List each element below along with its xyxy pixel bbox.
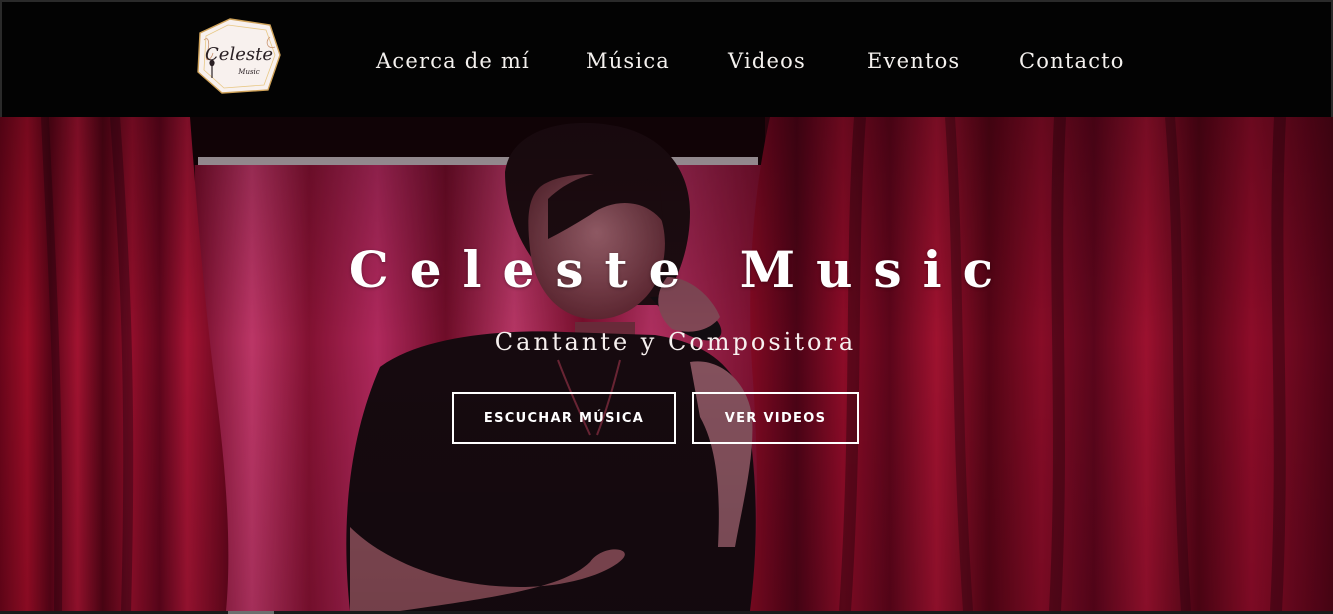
hero-subtitle: Cantante y Compositora [494, 328, 857, 356]
hero-title: Celeste Music [348, 240, 1015, 299]
site-header: Celeste Music Acerca de mí Música Videos… [0, 0, 1333, 117]
view-videos-button[interactable]: VER VIDEOS [692, 392, 859, 444]
nav-link-events[interactable]: Eventos [867, 45, 960, 77]
nav-link-about[interactable]: Acerca de mí [376, 45, 530, 77]
nav-link-videos[interactable]: Videos [728, 45, 806, 77]
main-nav: Acerca de mí Música Videos Eventos Conta… [2, 45, 1333, 79]
listen-music-button[interactable]: ESCUCHAR MÚSICA [452, 392, 676, 444]
hero-section: Celeste Music Cantante y Compositora ESC… [0, 117, 1333, 611]
nav-link-music[interactable]: Música [586, 45, 670, 77]
nav-link-contact[interactable]: Contacto [1019, 45, 1125, 77]
hero-overlay [0, 117, 1333, 611]
page: Celeste Music Acerca de mí Música Videos… [0, 0, 1333, 614]
